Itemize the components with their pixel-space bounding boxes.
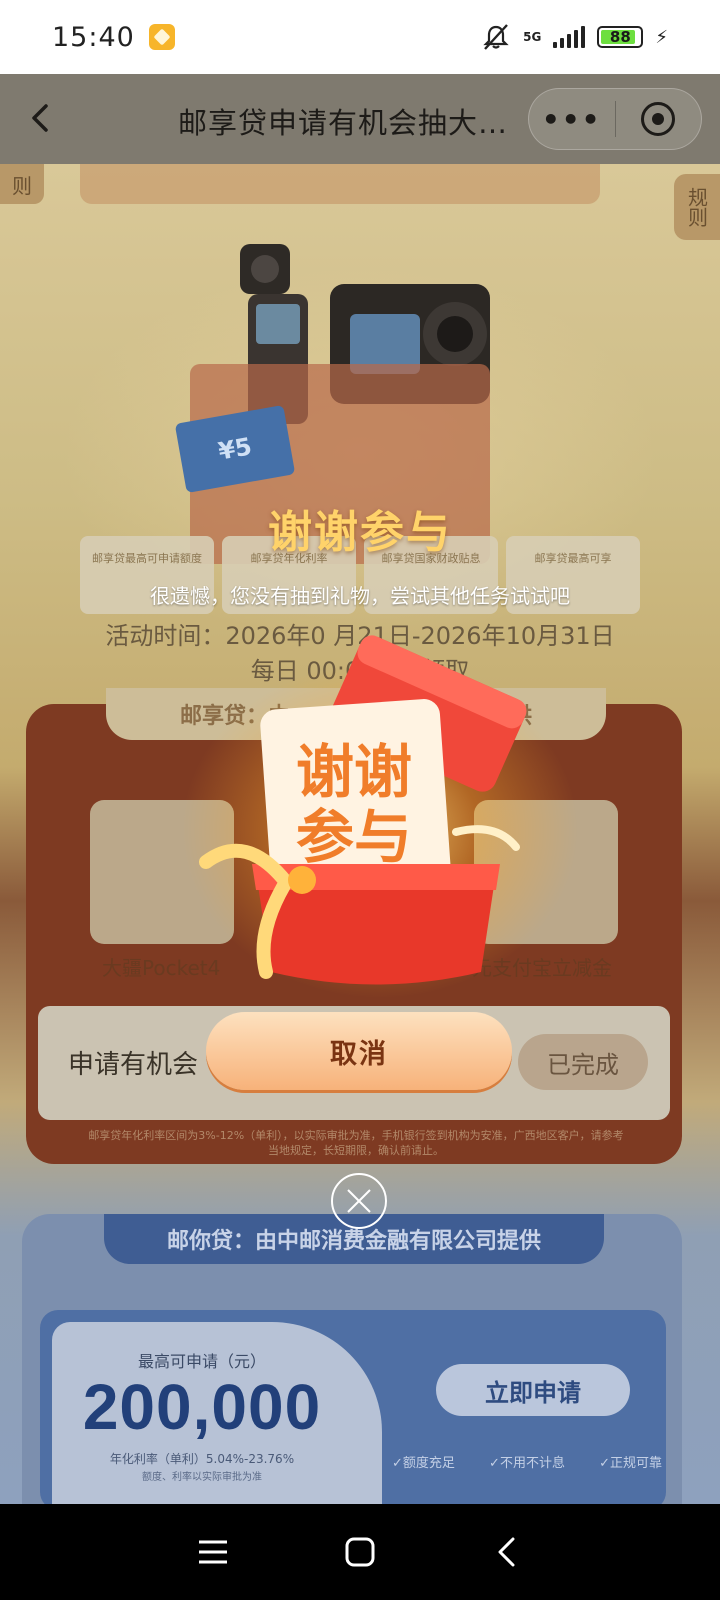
nav-bar: 邮享贷申请有机会抽大… ••• (0, 74, 720, 164)
close-miniprogram-button[interactable] (616, 102, 702, 136)
target-icon (641, 102, 676, 136)
modal-subtitle: 很遗憾，您没有抽到礼物，尝试其他任务试试吧 (150, 584, 570, 608)
close-icon[interactable] (330, 1172, 388, 1230)
modal-title: 谢谢参与 (268, 507, 452, 558)
loan-amount: 200,000 (82, 1371, 322, 1443)
task-done-button[interactable]: 已完成 (518, 1034, 648, 1090)
status-time: 15:40 (52, 21, 135, 53)
back-nav-icon (498, 1537, 515, 1567)
feature-item: ✓额度充足 (392, 1456, 455, 1471)
loan-max-label: 最高可申请（元） (137, 1352, 266, 1371)
more-icon[interactable]: ••• (529, 103, 615, 136)
menu-button[interactable] (193, 1532, 233, 1572)
signal-icon (553, 26, 586, 48)
mute-icon (483, 24, 509, 50)
feature-item: ✓正规可靠 (599, 1456, 662, 1471)
back-icon[interactable] (24, 100, 60, 136)
back-button[interactable] (487, 1532, 527, 1572)
system-nav-bar (0, 1504, 720, 1600)
battery-icon: 88 (597, 26, 644, 48)
feature-row: ✓额度充足 ✓不用不计息 ✓正规可靠 (392, 1452, 662, 1471)
notification-icon (148, 24, 175, 50)
home-button[interactable] (340, 1532, 380, 1572)
open-gift-illustration: 谢谢 参与 (199, 635, 527, 985)
network-label: 5G (523, 30, 542, 44)
rules-tab-left[interactable]: 则 (0, 164, 44, 204)
loan-rate: 年化利率（单利）5.04%-23.76% (109, 1452, 295, 1466)
card-text-line2: 参与 (296, 803, 412, 871)
loan-card: 最高可申请（元） 200,000 年化利率（单利）5.04%-23.76% 额度… (40, 1310, 666, 1504)
page-title: 邮享贷申请有机会抽大… (178, 106, 509, 140)
apply-now-button[interactable]: 立即申请 (436, 1364, 630, 1416)
status-bar: 15:40 5G 88 ⚡ (0, 0, 720, 74)
youni-loan-panel: 邮你贷：由中邮消费金融有限公司提供 最高可申请（元） 200,000 年化利率（… (22, 1214, 682, 1504)
panel-footnote: 邮享贷年化利率区间为3%-12%（单利），以实际审批为准，手机银行签到机构为安准… (88, 1129, 624, 1157)
menu-icon (199, 1540, 228, 1564)
card-text-line1: 谢谢 (296, 738, 412, 806)
feature-item: ✓不用不计息 (489, 1456, 565, 1471)
cancel-button[interactable]: 取消 (206, 1012, 512, 1090)
charging-icon: ⚡ (655, 26, 668, 48)
battery-level: 88 (609, 28, 631, 46)
loan-note: 额度、利率以实际审批为准 (142, 1472, 262, 1483)
task-label: 申请有机会 (68, 1050, 199, 1080)
rules-tab[interactable]: 规则 (674, 174, 720, 240)
hero-headline (80, 164, 600, 204)
mini-program-capsule: ••• (528, 88, 702, 150)
home-icon (345, 1537, 375, 1567)
